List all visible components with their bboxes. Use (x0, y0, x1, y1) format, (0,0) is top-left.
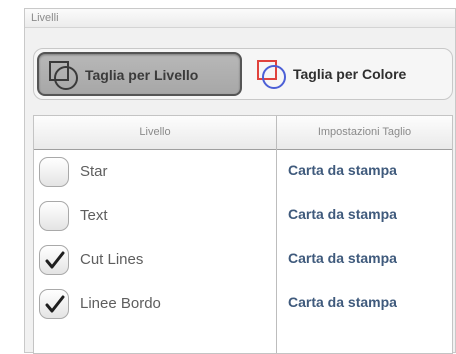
row-checkbox[interactable] (39, 157, 69, 187)
cut-mode-toggle: Taglia per Livello Taglia per Colore (33, 48, 453, 100)
checkmark-icon (45, 251, 65, 269)
row-checkbox[interactable] (39, 245, 69, 275)
checkmark-icon (45, 295, 65, 313)
layers-table: Livello Impostazioni Taglio Star Carta d… (33, 115, 453, 354)
row-checkbox[interactable] (39, 289, 69, 319)
cut-by-layer-button[interactable]: Taglia per Livello (37, 52, 242, 96)
color-layers-icon (256, 59, 288, 91)
table-row[interactable]: Cut Lines Carta da stampa (34, 240, 452, 284)
row-layer-name: Text (80, 207, 108, 224)
layers-icon (48, 60, 80, 92)
row-layer-name: Linee Bordo (80, 295, 161, 312)
table-header: Livello Impostazioni Taglio (34, 116, 452, 150)
row-checkbox[interactable] (39, 201, 69, 231)
panel-title: Livelli (31, 12, 59, 24)
cut-by-layer-label: Taglia per Livello (85, 67, 199, 83)
cut-by-color-button[interactable]: Taglia per Colore (246, 52, 448, 96)
row-layer-name: Star (80, 163, 108, 180)
row-cut-setting[interactable]: Carta da stampa (288, 162, 397, 178)
panel-title-bar: Livelli (25, 9, 455, 28)
row-layer-name: Cut Lines (80, 251, 144, 268)
table-row[interactable]: Star Carta da stampa (34, 152, 452, 196)
layers-panel: Livelli Taglia per Livello Taglia per Co… (24, 8, 456, 354)
row-cut-setting[interactable]: Carta da stampa (288, 206, 397, 222)
table-row[interactable]: Text Carta da stampa (34, 196, 452, 240)
column-header-cut-settings[interactable]: Impostazioni Taglio (277, 116, 452, 149)
row-cut-setting[interactable]: Carta da stampa (288, 294, 397, 310)
column-header-layer[interactable]: Livello (34, 116, 276, 149)
cut-by-color-label: Taglia per Colore (293, 66, 407, 82)
row-cut-setting[interactable]: Carta da stampa (288, 250, 397, 266)
table-row[interactable]: Linee Bordo Carta da stampa (34, 284, 452, 328)
